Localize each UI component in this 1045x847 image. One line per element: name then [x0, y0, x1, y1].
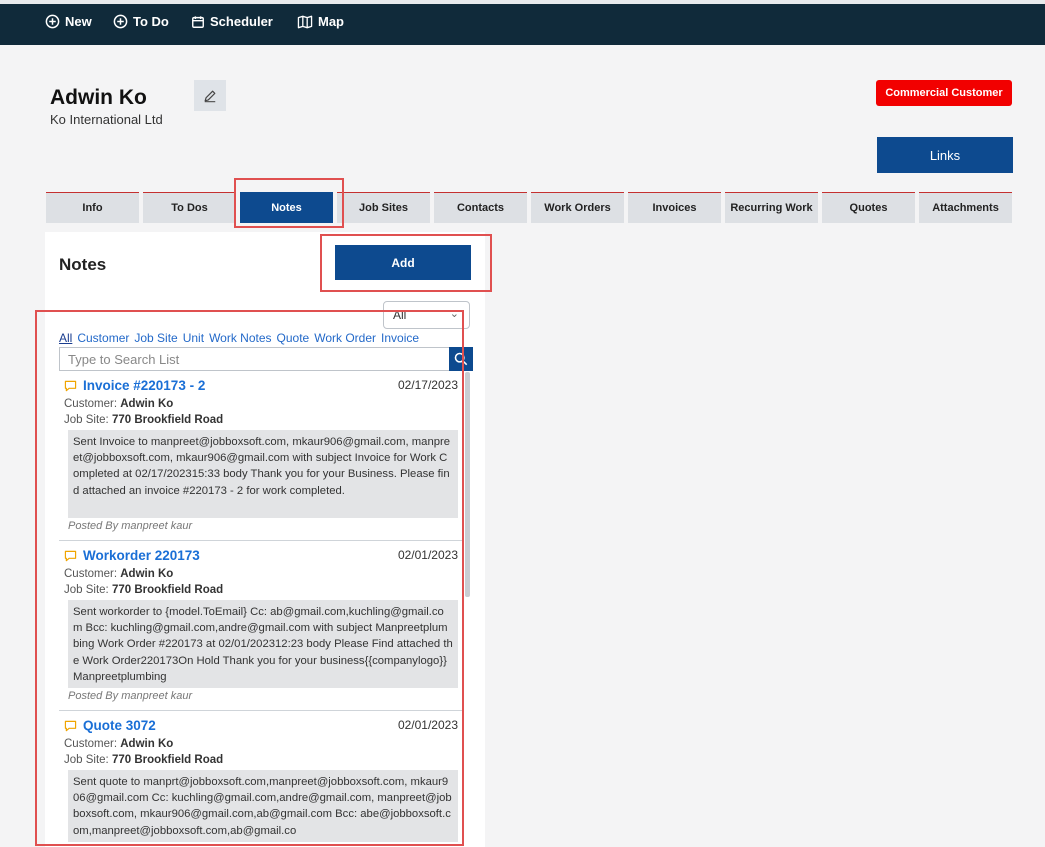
notes-heading: Notes: [59, 255, 107, 274]
note-filter-links: All Customer Job Site Unit Work Notes Qu…: [59, 331, 424, 345]
list-item: Workorder 220173 02/01/2023 Customer: Ad…: [59, 542, 463, 711]
note-date: 02/01/2023: [397, 718, 458, 732]
map-icon: [297, 15, 313, 28]
filter-invoice[interactable]: Invoice: [381, 331, 419, 345]
site-value: 770 Brookfield Road: [111, 754, 224, 766]
note-body: Sent workorder to {model.ToEmail} Cc: ab…: [68, 600, 458, 688]
calendar-icon: [192, 15, 204, 28]
tab-contacts[interactable]: Contacts: [434, 192, 527, 223]
customer-label: Customer:: [64, 398, 118, 410]
note-job-site: Job Site: 770 Brookfield Road: [64, 754, 223, 766]
customer-name: Adwin Ko: [50, 86, 147, 109]
filter-work-notes[interactable]: Work Notes: [209, 331, 271, 345]
top-nav-bar: New To Do Scheduler Map: [0, 0, 1045, 45]
note-posted-by: Posted By manpreet kaur: [68, 520, 193, 532]
new-label: New: [65, 14, 92, 29]
tab-quotes[interactable]: Quotes: [822, 192, 915, 223]
customer-value: Adwin Ko: [120, 398, 174, 410]
note-job-site: Job Site: 770 Brookfield Road: [64, 584, 223, 596]
plus-circle-icon: [45, 14, 60, 29]
customer-value: Adwin Ko: [120, 568, 174, 580]
new-button[interactable]: New: [45, 14, 92, 29]
note-posted-by: Posted By manpreet kaur: [68, 690, 193, 702]
tab-invoices[interactable]: Invoices: [628, 192, 721, 223]
customer-type-badge: Commercial Customer: [876, 80, 1012, 106]
note-title-link[interactable]: Workorder 220173: [83, 548, 200, 563]
note-body: Sent Invoice to manpreet@jobboxsoft.com,…: [68, 430, 458, 518]
note-date: 02/17/2023: [397, 378, 458, 392]
links-button[interactable]: Links: [877, 137, 1013, 173]
site-label: Job Site:: [64, 414, 109, 426]
search-button[interactable]: [449, 347, 473, 371]
tab-todos[interactable]: To Dos: [143, 192, 236, 223]
tab-recurring-work[interactable]: Recurring Work: [725, 192, 818, 223]
customer-label: Customer:: [64, 738, 118, 750]
notes-scrollbar[interactable]: [465, 372, 470, 597]
chevron-down-icon: ⌄: [449, 308, 459, 320]
edit-customer-button[interactable]: [194, 80, 226, 111]
note-title-link[interactable]: Invoice #220173 - 2: [83, 378, 205, 393]
scheduler-label: Scheduler: [210, 14, 273, 29]
note-date: 02/01/2023: [397, 548, 458, 562]
todo-label: To Do: [133, 14, 169, 29]
comment-icon: [64, 380, 77, 391]
list-item: Invoice #220173 - 2 02/17/2023 Customer:…: [59, 372, 463, 541]
filter-unit[interactable]: Unit: [183, 331, 204, 345]
note-body: Sent quote to manprt@jobboxsoft.com,manp…: [68, 770, 458, 842]
comment-icon: [64, 720, 77, 731]
filter-job-site[interactable]: Job Site: [134, 331, 177, 345]
add-note-button[interactable]: Add: [335, 245, 471, 280]
tab-notes[interactable]: Notes: [240, 192, 333, 223]
list-item: Quote 3072 02/01/2023 Customer: Adwin Ko…: [59, 712, 463, 842]
edit-icon: [204, 90, 216, 102]
comment-icon: [64, 550, 77, 561]
note-title-link[interactable]: Quote 3072: [83, 718, 156, 733]
tab-work-orders[interactable]: Work Orders: [531, 192, 624, 223]
filter-work-order[interactable]: Work Order: [314, 331, 376, 345]
filter-quote[interactable]: Quote: [277, 331, 310, 345]
note-customer: Customer: Adwin Ko: [64, 568, 173, 580]
site-value: 770 Brookfield Road: [111, 584, 224, 596]
note-job-site: Job Site: 770 Brookfield Road: [64, 414, 223, 426]
search-icon: [454, 352, 468, 366]
note-type-selected: All: [393, 308, 407, 322]
notes-search-input[interactable]: [59, 347, 450, 371]
note-customer: Customer: Adwin Ko: [64, 738, 173, 750]
company-name: Ko International Ltd: [50, 112, 163, 127]
customer-label: Customer:: [64, 568, 118, 580]
site-value: 770 Brookfield Road: [111, 414, 224, 426]
map-label: Map: [318, 14, 344, 29]
plus-circle-icon: [113, 14, 128, 29]
scheduler-button[interactable]: Scheduler: [191, 14, 273, 29]
filter-all[interactable]: All: [59, 331, 72, 345]
notes-list: Invoice #220173 - 2 02/17/2023 Customer:…: [59, 372, 463, 842]
tab-info[interactable]: Info: [46, 192, 139, 223]
todo-button[interactable]: To Do: [113, 14, 169, 29]
tab-attachments[interactable]: Attachments: [919, 192, 1012, 223]
customer-value: Adwin Ko: [120, 738, 174, 750]
site-label: Job Site:: [64, 754, 109, 766]
note-customer: Customer: Adwin Ko: [64, 398, 173, 410]
filter-customer[interactable]: Customer: [77, 331, 129, 345]
site-label: Job Site:: [64, 584, 109, 596]
note-type-select[interactable]: All ⌄: [383, 301, 470, 329]
tab-job-sites[interactable]: Job Sites: [337, 192, 430, 223]
map-button[interactable]: Map: [297, 14, 344, 29]
